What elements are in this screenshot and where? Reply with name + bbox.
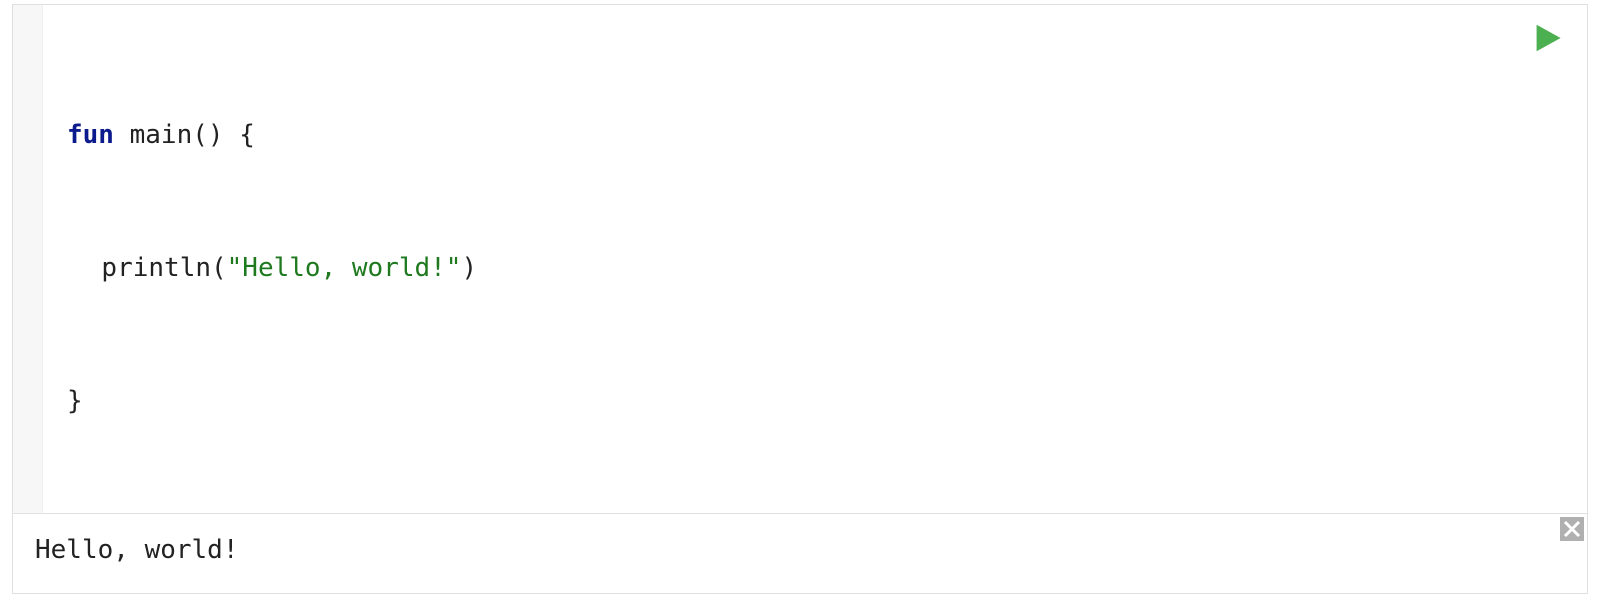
code-call-close: ) <box>461 253 477 283</box>
keyword-fun: fun <box>67 120 114 150</box>
code-call-println: println( <box>101 253 226 283</box>
output-text: Hello, world! <box>35 535 239 565</box>
code-line-1-rest: main() { <box>114 120 255 150</box>
editor-gutter <box>13 5 43 513</box>
close-output-button[interactable] <box>1559 516 1585 542</box>
code-closing-brace: } <box>67 386 83 416</box>
code-line-2: println("Hello, world!") <box>67 246 1563 290</box>
output-panel: Hello, world! <box>13 513 1587 593</box>
code-line-3: } <box>67 379 1563 423</box>
play-icon <box>1533 23 1563 53</box>
code-playground: fun main() { println("Hello, world!") } … <box>12 4 1588 594</box>
code-string-literal: "Hello, world!" <box>227 253 462 283</box>
run-button[interactable] <box>1531 21 1565 55</box>
code-line-1: fun main() { <box>67 113 1563 157</box>
close-icon <box>1560 517 1584 541</box>
code-editor[interactable]: fun main() { println("Hello, world!") } <box>43 5 1587 513</box>
editor-area: fun main() { println("Hello, world!") } <box>13 5 1587 513</box>
